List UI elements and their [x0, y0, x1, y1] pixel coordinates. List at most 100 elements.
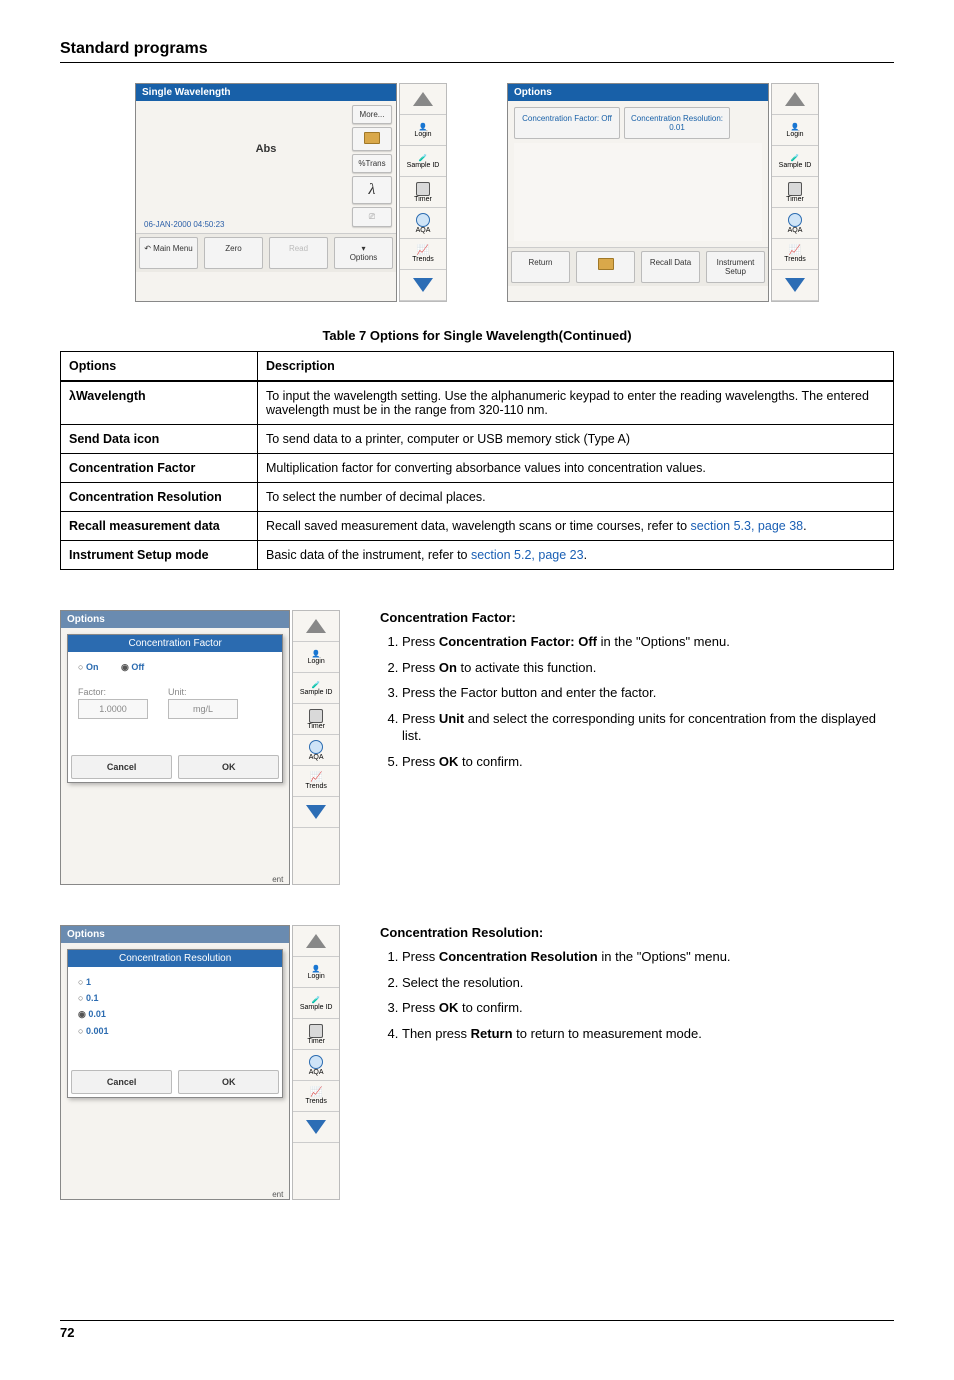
option-desc: To input the wavelength setting. Use the…: [258, 381, 894, 425]
recall-data-button[interactable]: Recall Data: [641, 251, 700, 283]
instruction-step: Press On to activate this function.: [402, 659, 894, 677]
timer-icon: [788, 182, 802, 196]
resolution-radio-0p1[interactable]: 0.1: [78, 993, 252, 1003]
nav-down[interactable]: [400, 270, 446, 301]
timer-icon: [416, 182, 430, 196]
triangle-up-icon: [785, 92, 805, 106]
radio-off[interactable]: Off: [121, 662, 144, 673]
cross-ref-link[interactable]: section 5.3, page 38: [691, 519, 804, 533]
table-row: Concentration FactorMultiplication facto…: [61, 454, 894, 483]
resolution-radio-0p01[interactable]: 0.01: [78, 1009, 252, 1020]
triangle-down-icon: [306, 1120, 326, 1134]
screen-group-2: Options Concentration Factor: Off Concen…: [507, 83, 819, 302]
screen1-title: Single Wavelength: [136, 84, 396, 101]
sample-id-shortcut[interactable]: 🧪Sample ID: [400, 146, 446, 177]
option-name: Recall measurement data: [61, 512, 258, 541]
percent-trans-button[interactable]: %Trans: [352, 154, 392, 173]
instruction-step: Press Concentration Factor: Off in the "…: [402, 633, 894, 651]
dialog1-title: Concentration Factor: [68, 635, 282, 652]
dialog1-ok-button[interactable]: OK: [178, 755, 279, 779]
zero-button[interactable]: Zero: [204, 237, 263, 269]
nav-down-2[interactable]: [772, 270, 818, 301]
flask-icon: 🧪: [791, 154, 800, 162]
timer-shortcut-2[interactable]: Timer: [772, 177, 818, 208]
wavelength-button[interactable]: λ: [352, 176, 392, 204]
trends-shortcut-2[interactable]: 📈Trends: [772, 239, 818, 270]
login-shortcut-2[interactable]: 👤Login: [772, 115, 818, 146]
person-icon: 👤: [419, 123, 428, 131]
trends-shortcut[interactable]: 📈Trends: [400, 239, 446, 270]
instruction-step: Press the Factor button and enter the fa…: [402, 684, 894, 702]
more-button[interactable]: More...: [352, 105, 392, 124]
triangle-down-icon: [306, 805, 326, 819]
return-button[interactable]: Return: [511, 251, 570, 283]
conc-factor-dialog: Concentration Factor On Off Factor:1.000…: [67, 634, 283, 783]
factor-field[interactable]: 1.0000: [78, 699, 148, 719]
nav-up[interactable]: [400, 84, 446, 115]
dialog1-cancel-button[interactable]: Cancel: [71, 755, 172, 779]
dialog-conc-resolution-screen: Options Concentration Resolution 10.10.0…: [60, 925, 290, 1200]
dialog2-cancel-button[interactable]: Cancel: [71, 1070, 172, 1094]
conc-factor-instructions: Concentration Factor: Press Concentratio…: [380, 610, 894, 885]
icon-panel-4: 👤Login 🧪Sample ID Timer AQA 📈Trends: [292, 925, 340, 1200]
timer-icon: [309, 709, 323, 723]
aqa-shortcut[interactable]: AQA: [400, 208, 446, 239]
timer-shortcut[interactable]: Timer: [400, 177, 446, 208]
triangle-down-icon: [413, 278, 433, 292]
cross-ref-link[interactable]: section 5.2, page 23: [471, 548, 584, 562]
options-table: Options Description λWavelengthTo input …: [60, 351, 894, 570]
instruction-step: Select the resolution.: [402, 974, 894, 992]
conc-resolution-instructions: Concentration Resolution: Press Concentr…: [380, 925, 894, 1200]
conc-resolution-button[interactable]: Concentration Resolution: 0.01: [624, 107, 730, 139]
person-icon: 👤: [312, 965, 321, 973]
option-name: Instrument Setup mode: [61, 541, 258, 570]
nav-up-2[interactable]: [772, 84, 818, 115]
behind-text-2: ent: [61, 1104, 289, 1199]
folder-button[interactable]: [576, 251, 635, 283]
unit-field[interactable]: mg/L: [168, 699, 238, 719]
top-screens-row: Single Wavelength Abs More... %Trans λ ⎚…: [60, 83, 894, 302]
table-row: Recall measurement dataRecall saved meas…: [61, 512, 894, 541]
conc-resolution-section: Options Concentration Resolution 10.10.0…: [60, 925, 894, 1200]
instrument-setup-button[interactable]: Instrument Setup: [706, 251, 765, 283]
chevron-down-icon: ▾: [361, 244, 365, 253]
login-shortcut[interactable]: 👤Login: [400, 115, 446, 146]
option-name: Send Data icon: [61, 425, 258, 454]
back-arrow-icon: ↶: [144, 244, 151, 253]
triangle-down-icon: [785, 278, 805, 292]
resolution-radio-1[interactable]: 1: [78, 977, 252, 987]
send-data-button[interactable]: [352, 127, 392, 151]
screen2-title: Options: [508, 84, 768, 101]
dialog1-bg-title: Options: [61, 611, 289, 628]
conc-factor-button[interactable]: Concentration Factor: Off: [514, 107, 620, 139]
table-row: Send Data iconTo send data to a printer,…: [61, 425, 894, 454]
instruction-step: Press Concentration Resolution in the "O…: [402, 948, 894, 966]
aqa-shortcut-2[interactable]: AQA: [772, 208, 818, 239]
icon-panel-2: 👤Login 🧪Sample ID Timer AQA 📈Trends: [771, 83, 819, 302]
instruction-step: Then press Return to return to measureme…: [402, 1025, 894, 1043]
instruction-step: Press OK to confirm.: [402, 999, 894, 1017]
instruction-step: Press OK to confirm.: [402, 753, 894, 771]
dialog2-bg-title: Options: [61, 926, 289, 943]
trends-icon: 📈: [310, 1087, 322, 1098]
table-caption: Table 7 Options for Single Wavelength(Co…: [60, 328, 894, 343]
dialog-conc-factor-screen: Options Concentration Factor On Off Fact…: [60, 610, 290, 885]
datetime: 06-JAN-2000 04:50:23: [144, 220, 225, 229]
extra-button[interactable]: ⎚: [352, 207, 392, 227]
option-name: Concentration Resolution: [61, 483, 258, 512]
option-desc: To select the number of decimal places.: [258, 483, 894, 512]
instr1-heading: Concentration Factor:: [380, 610, 894, 625]
options-button[interactable]: ▾Options: [334, 237, 393, 269]
icon-panel-3: 👤Login 🧪Sample ID Timer AQA 📈Trends: [292, 610, 340, 885]
page-title: Standard programs: [60, 40, 894, 63]
unit-label: Unit:: [168, 687, 238, 697]
radio-on[interactable]: On: [78, 662, 98, 672]
read-button[interactable]: Read: [269, 237, 328, 269]
main-menu-button[interactable]: ↶ Main Menu: [139, 237, 198, 269]
th-options: Options: [61, 352, 258, 382]
resolution-radio-0p001[interactable]: 0.001: [78, 1026, 252, 1036]
triangle-up-icon: [306, 619, 326, 633]
option-desc: Multiplication factor for converting abs…: [258, 454, 894, 483]
dialog2-ok-button[interactable]: OK: [178, 1070, 279, 1094]
sample-id-shortcut-2[interactable]: 🧪Sample ID: [772, 146, 818, 177]
